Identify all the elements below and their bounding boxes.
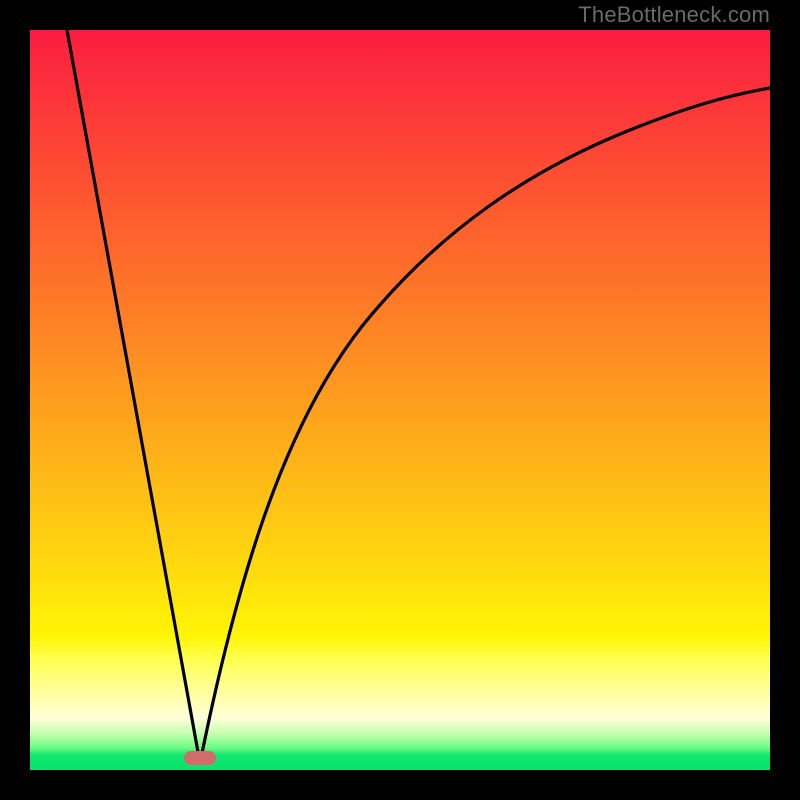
bottleneck-curve: [30, 30, 770, 770]
chart-frame: TheBottleneck.com: [0, 0, 800, 800]
optimum-marker: [184, 751, 216, 765]
attribution-text: TheBottleneck.com: [578, 2, 770, 28]
curve-right-branch: [200, 88, 770, 763]
plot-area: [30, 30, 770, 770]
curve-left-branch: [67, 30, 200, 763]
